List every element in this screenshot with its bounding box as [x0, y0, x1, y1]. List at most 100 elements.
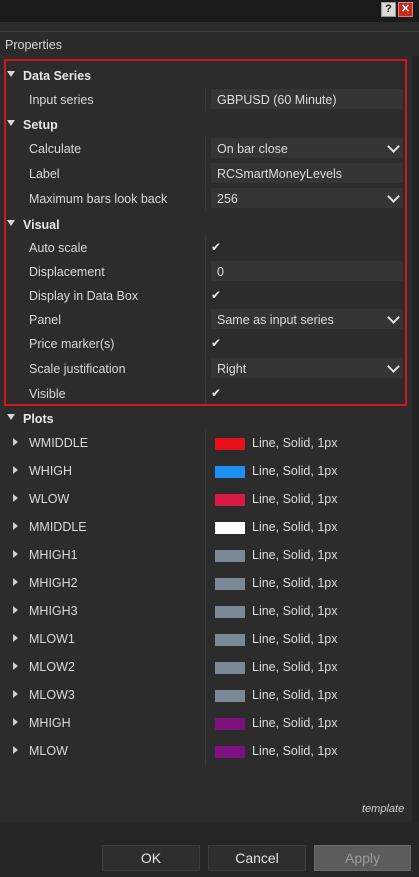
column-divider[interactable] [205, 186, 206, 210]
column-divider[interactable] [205, 598, 206, 626]
column-divider[interactable] [205, 136, 206, 160]
category-plots[interactable]: Plots [0, 406, 412, 430]
calculate-dropdown[interactable]: On bar close [211, 138, 403, 158]
plot-row[interactable]: MHIGH3 Line, Solid, 1px [0, 598, 412, 626]
expand-arrow-icon[interactable] [13, 550, 18, 558]
column-divider[interactable] [205, 259, 206, 283]
collapse-arrow-icon[interactable] [7, 414, 15, 420]
chevron-down-icon[interactable] [387, 311, 400, 324]
column-divider[interactable] [205, 331, 206, 355]
plot-style[interactable]: Line, Solid, 1px [252, 688, 337, 702]
plot-style[interactable]: Line, Solid, 1px [252, 660, 337, 674]
displacement-input[interactable]: 0 [211, 261, 403, 281]
plot-color-swatch[interactable] [215, 494, 245, 506]
column-divider[interactable] [205, 235, 206, 259]
column-divider[interactable] [205, 710, 206, 738]
visible-checkbox[interactable]: ✔ [211, 386, 221, 400]
label-input[interactable]: RCSmartMoneyLevels [211, 163, 403, 183]
plot-style[interactable]: Line, Solid, 1px [252, 716, 337, 730]
column-divider[interactable] [205, 570, 206, 598]
ok-button[interactable]: OK [102, 845, 200, 871]
expand-arrow-icon[interactable] [13, 522, 18, 530]
plot-row[interactable]: WLOW Line, Solid, 1px [0, 486, 412, 514]
expand-arrow-icon[interactable] [13, 438, 18, 446]
plot-color-swatch[interactable] [215, 662, 245, 674]
column-divider[interactable] [205, 458, 206, 486]
plot-color-swatch[interactable] [215, 578, 245, 590]
category-data-series[interactable]: Data Series [0, 63, 412, 87]
plot-row[interactable]: MMIDDLE Line, Solid, 1px [0, 514, 412, 542]
expand-arrow-icon[interactable] [13, 690, 18, 698]
input-series-field[interactable]: GBPUSD (60 Minute) [211, 89, 403, 109]
plot-color-swatch[interactable] [215, 466, 245, 478]
plot-row[interactable]: MHIGH1 Line, Solid, 1px [0, 542, 412, 570]
display-in-data-box-checkbox[interactable]: ✔ [211, 288, 221, 302]
column-divider[interactable] [205, 283, 206, 307]
scrollbar[interactable] [412, 56, 419, 822]
plot-style[interactable]: Line, Solid, 1px [252, 744, 337, 758]
plot-color-swatch[interactable] [215, 522, 245, 534]
expand-arrow-icon[interactable] [13, 662, 18, 670]
panel-dropdown[interactable]: Same as input series [211, 309, 403, 329]
close-button[interactable]: ✕ [398, 2, 413, 17]
apply-button[interactable]: Apply [314, 845, 411, 871]
expand-arrow-icon[interactable] [13, 606, 18, 614]
plot-style[interactable]: Line, Solid, 1px [252, 436, 337, 450]
plot-color-swatch[interactable] [215, 634, 245, 646]
plot-style[interactable]: Line, Solid, 1px [252, 632, 337, 646]
help-button[interactable]: ? [381, 2, 396, 17]
plot-row[interactable]: WHIGH Line, Solid, 1px [0, 458, 412, 486]
template-link[interactable]: template [362, 803, 404, 815]
plot-style[interactable]: Line, Solid, 1px [252, 604, 337, 618]
plot-row[interactable]: MLOW3 Line, Solid, 1px [0, 682, 412, 710]
plot-style[interactable]: Line, Solid, 1px [252, 548, 337, 562]
plot-row[interactable]: WMIDDLE Line, Solid, 1px [0, 430, 412, 458]
plot-row[interactable]: MLOW2 Line, Solid, 1px [0, 654, 412, 682]
chevron-down-icon[interactable] [387, 190, 400, 203]
column-divider[interactable] [205, 542, 206, 570]
plot-row[interactable]: MLOW Line, Solid, 1px [0, 738, 412, 766]
collapse-arrow-icon[interactable] [7, 120, 15, 126]
column-divider[interactable] [205, 430, 206, 458]
column-divider[interactable] [205, 307, 206, 331]
plot-style[interactable]: Line, Solid, 1px [252, 464, 337, 478]
expand-arrow-icon[interactable] [13, 494, 18, 502]
plot-row[interactable]: MHIGH2 Line, Solid, 1px [0, 570, 412, 598]
expand-arrow-icon[interactable] [13, 718, 18, 726]
column-divider[interactable] [205, 87, 206, 111]
category-visual[interactable]: Visual [0, 212, 412, 236]
plot-color-swatch[interactable] [215, 606, 245, 618]
expand-arrow-icon[interactable] [13, 578, 18, 586]
auto-scale-checkbox[interactable]: ✔ [211, 240, 221, 254]
expand-arrow-icon[interactable] [13, 466, 18, 474]
collapse-arrow-icon[interactable] [7, 71, 15, 77]
column-divider[interactable] [205, 356, 206, 380]
column-divider[interactable] [205, 486, 206, 514]
column-divider[interactable] [205, 514, 206, 542]
plot-color-swatch[interactable] [215, 690, 245, 702]
expand-arrow-icon[interactable] [13, 634, 18, 642]
plot-color-swatch[interactable] [215, 746, 245, 758]
chevron-down-icon[interactable] [387, 140, 400, 153]
plot-row[interactable]: MLOW1 Line, Solid, 1px [0, 626, 412, 654]
plot-style[interactable]: Line, Solid, 1px [252, 492, 337, 506]
price-markers-checkbox[interactable]: ✔ [211, 336, 221, 350]
plot-row[interactable]: MHIGH Line, Solid, 1px [0, 710, 412, 738]
expand-arrow-icon[interactable] [13, 746, 18, 754]
scale-justification-dropdown[interactable]: Right [211, 358, 403, 378]
plot-color-swatch[interactable] [215, 438, 245, 450]
plot-color-swatch[interactable] [215, 550, 245, 562]
cancel-button[interactable]: Cancel [208, 845, 306, 871]
column-divider[interactable] [205, 654, 206, 682]
collapse-arrow-icon[interactable] [7, 220, 15, 226]
column-divider[interactable] [205, 626, 206, 654]
plot-color-swatch[interactable] [215, 718, 245, 730]
plot-style[interactable]: Line, Solid, 1px [252, 576, 337, 590]
column-divider[interactable] [205, 161, 206, 185]
chevron-down-icon[interactable] [387, 360, 400, 373]
column-divider[interactable] [205, 381, 206, 405]
plot-style[interactable]: Line, Solid, 1px [252, 520, 337, 534]
maximum-bars-dropdown[interactable]: 256 [211, 188, 403, 208]
category-setup[interactable]: Setup [0, 112, 412, 136]
column-divider[interactable] [205, 682, 206, 710]
